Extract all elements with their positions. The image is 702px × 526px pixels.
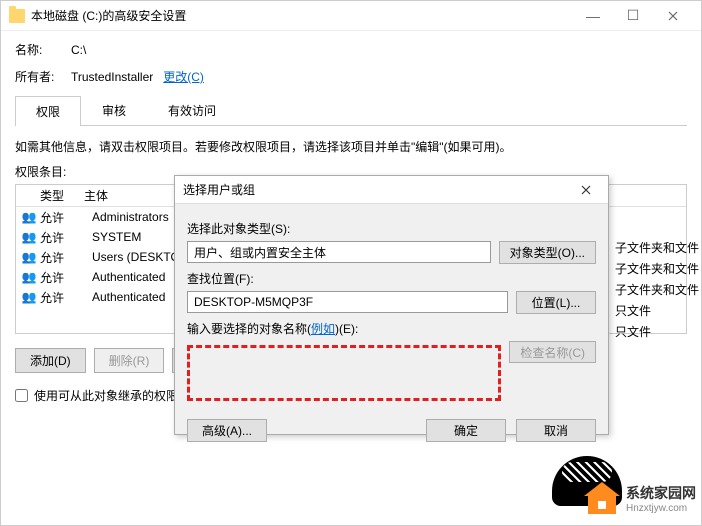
minimize-button[interactable]: — (573, 4, 613, 28)
tab-audit[interactable]: 审核 (81, 95, 147, 125)
change-owner-link[interactable]: 更改(C) (163, 68, 204, 85)
watermark-subtext: Hnzxtjyw.com (626, 503, 696, 514)
object-names-textarea[interactable] (187, 345, 501, 401)
users-icon: 👥 (20, 270, 38, 284)
users-icon: 👥 (20, 210, 38, 224)
name-row: 名称: C:\ (15, 41, 687, 58)
object-names-label: 输入要选择的对象名称(例如)(E): (187, 320, 596, 337)
dialog-close-button[interactable] (572, 179, 600, 201)
locations-button[interactable]: 位置(L)... (516, 291, 596, 314)
ok-button[interactable]: 确定 (426, 419, 506, 442)
users-icon: 👥 (20, 250, 38, 264)
tabs: 权限 审核 有效访问 (15, 95, 687, 126)
example-link[interactable]: 例如 (311, 322, 335, 336)
replace-inheritance-checkbox[interactable] (15, 389, 28, 402)
remove-button: 删除(R) (94, 348, 165, 373)
dialog-title: 选择用户或组 (183, 181, 572, 198)
titlebar: 本地磁盘 (C:)的高级安全设置 — ☐ (1, 1, 701, 31)
add-button[interactable]: 添加(D) (15, 348, 86, 373)
select-user-or-group-dialog: 选择用户或组 选择此对象类型(S): 用户、组或内置安全主体 对象类型(O)..… (174, 175, 609, 435)
folder-icon (9, 9, 25, 23)
users-icon: 👥 (20, 290, 38, 304)
check-names-button: 检查名称(C) (509, 341, 596, 363)
object-type-label: 选择此对象类型(S): (187, 220, 596, 237)
advanced-button[interactable]: 高级(A)... (187, 419, 267, 442)
owner-label: 所有者: (15, 68, 71, 85)
house-icon (584, 480, 620, 516)
location-input: DESKTOP-M5MQP3F (187, 291, 508, 313)
name-label: 名称: (15, 41, 71, 58)
dialog-footer: 高级(A)... 确定 取消 (175, 411, 608, 452)
object-type-input: 用户、组或内置安全主体 (187, 241, 491, 263)
object-types-button[interactable]: 对象类型(O)... (499, 241, 596, 264)
tab-permissions[interactable]: 权限 (15, 96, 81, 126)
owner-value: TrustedInstaller (71, 70, 153, 84)
watermark: 系统家园网 Hnzxtjyw.com (584, 480, 696, 516)
owner-row: 所有者: TrustedInstaller 更改(C) (15, 68, 687, 85)
name-value: C:\ (71, 43, 86, 57)
location-label: 查找位置(F): (187, 270, 596, 287)
dialog-titlebar: 选择用户或组 (175, 176, 608, 204)
window-controls: — ☐ (573, 4, 693, 28)
cancel-button[interactable]: 取消 (516, 419, 596, 442)
dialog-body: 选择此对象类型(S): 用户、组或内置安全主体 对象类型(O)... 查找位置(… (175, 204, 608, 411)
tab-effective-access[interactable]: 有效访问 (147, 95, 237, 125)
window-title: 本地磁盘 (C:)的高级安全设置 (31, 7, 573, 24)
instruction-text: 如需其他信息，请双击权限项目。若要修改权限项目，请选择该项目并单击"编辑"(如果… (15, 138, 687, 155)
maximize-button[interactable]: ☐ (613, 4, 653, 28)
watermark-text: 系统家园网 (626, 483, 696, 503)
users-icon: 👥 (20, 230, 38, 244)
applies-to-column: 子文件夹和文件 子文件夹和文件 子文件夹和文件 只文件 只文件 (615, 238, 699, 343)
close-button[interactable] (653, 4, 693, 28)
col-type[interactable]: 类型 (16, 187, 76, 204)
